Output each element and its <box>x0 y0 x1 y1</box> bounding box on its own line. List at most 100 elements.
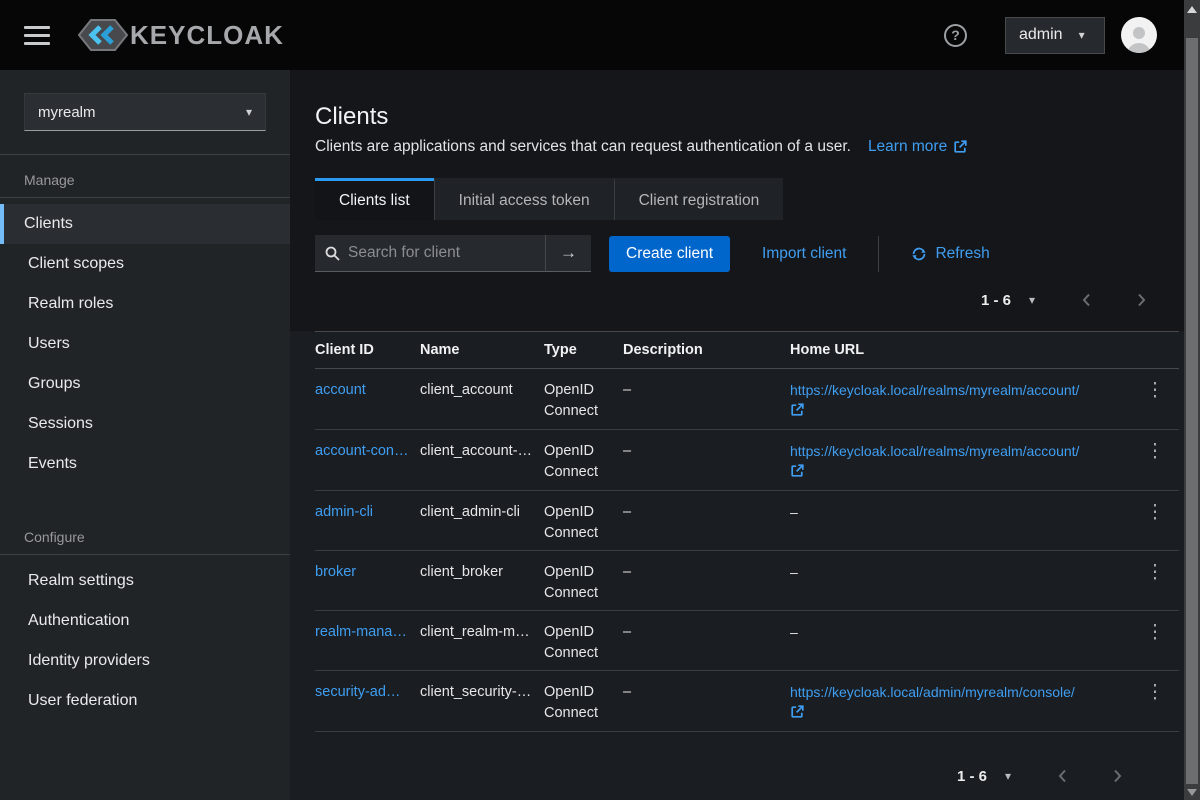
external-link-icon <box>790 464 804 478</box>
sidebar-item-identity-providers[interactable]: Identity providers <box>0 641 290 681</box>
client-type-cell: OpenID Connect <box>544 551 623 610</box>
page-title: Clients <box>315 103 1179 131</box>
sidebar-item-events[interactable]: Events <box>0 444 290 484</box>
window-scrollbar-thumb[interactable] <box>1186 38 1198 784</box>
nav-group-title: Manage <box>0 155 290 197</box>
kebab-menu-icon[interactable]: ⋮ <box>1138 619 1173 646</box>
keycloak-logo: KEYCLOAK <box>78 17 284 53</box>
sidebar-nav-group: Configure Realm settings Authentication … <box>0 512 290 721</box>
next-page-icon[interactable] <box>1113 768 1123 784</box>
client-id-link[interactable]: account <box>315 382 366 398</box>
row-actions-cell: ⋮ <box>1131 611 1179 646</box>
client-name-cell: client_account-… <box>420 430 544 468</box>
page-description: Clients are applications and services th… <box>315 138 851 156</box>
scroll-up-icon[interactable] <box>1187 6 1197 13</box>
refresh-button[interactable]: Refresh <box>911 245 989 263</box>
username: admin <box>1019 26 1063 44</box>
realm-selector[interactable]: myrealm ▾ <box>24 93 266 131</box>
client-id-link[interactable]: account-con… <box>315 443 409 459</box>
sidebar-item-clients[interactable]: Clients <box>0 204 290 244</box>
client-description-cell: – <box>623 671 790 709</box>
client-id-link[interactable]: realm-mana… <box>315 624 407 640</box>
client-name-cell: client_admin-cli <box>420 491 544 529</box>
import-client-link[interactable]: Import client <box>762 245 846 263</box>
home-url-link[interactable]: https://keycloak.local/admin/myrealm/con… <box>790 684 1121 725</box>
kebab-menu-icon[interactable]: ⋮ <box>1138 679 1173 706</box>
sidebar-item-authentication[interactable]: Authentication <box>0 601 290 641</box>
client-name-cell: client_realm-m… <box>420 611 544 649</box>
sidebar-item-client-scopes[interactable]: Client scopes <box>0 244 290 284</box>
home-url-cell: https://keycloak.local/realms/myrealm/ac… <box>790 430 1131 490</box>
client-type-cell: OpenID Connect <box>544 491 623 550</box>
client-name-cell: client_account <box>420 369 544 407</box>
tab-initial-access-token[interactable]: Initial access token <box>434 178 614 220</box>
kebab-menu-icon[interactable]: ⋮ <box>1138 438 1173 465</box>
sidebar-item-user-federation[interactable]: User federation <box>0 681 290 721</box>
client-id-link[interactable]: admin-cli <box>315 504 373 520</box>
client-name-cell: client_broker <box>420 551 544 589</box>
client-id-link[interactable]: broker <box>315 564 356 580</box>
client-type-cell: OpenID Connect <box>544 430 623 489</box>
client-description-cell: – <box>623 430 790 468</box>
window-scrollbar[interactable] <box>1184 0 1200 800</box>
external-link-icon <box>790 403 804 417</box>
kebab-menu-icon[interactable]: ⋮ <box>1138 377 1173 404</box>
home-url-cell: https://keycloak.local/admin/myrealm/con… <box>790 671 1131 731</box>
previous-page-icon[interactable] <box>1057 768 1067 784</box>
client-id-link[interactable]: security-ad… <box>315 684 400 700</box>
avatar[interactable] <box>1121 17 1157 53</box>
scroll-down-icon[interactable] <box>1187 789 1197 796</box>
row-actions-cell: ⋮ <box>1131 671 1179 706</box>
sidebar-item-sessions[interactable]: Sessions <box>0 404 290 444</box>
keycloak-hexagon-icon <box>78 17 128 53</box>
column-header-type: Type <box>544 332 623 368</box>
toolbar: → Create client Import client Refresh <box>315 235 1179 272</box>
client-type-cell: OpenID Connect <box>544 611 623 670</box>
next-page-icon[interactable] <box>1137 292 1147 308</box>
client-type-cell: OpenID Connect <box>544 671 623 730</box>
table-header-row: Client IDNameTypeDescriptionHome URL <box>315 332 1179 369</box>
search-input[interactable] <box>348 244 535 262</box>
kebab-menu-icon[interactable]: ⋮ <box>1138 499 1173 526</box>
kebab-menu-icon[interactable]: ⋮ <box>1138 559 1173 586</box>
sidebar-item-realm-settings[interactable]: Realm settings <box>0 561 290 601</box>
client-type-cell: OpenID Connect <box>544 369 623 428</box>
sidebar: myrealm ▾ Manage Clients Client scopes R… <box>0 70 290 800</box>
user-menu-dropdown[interactable]: admin ▾ <box>1005 17 1105 54</box>
row-actions-cell: ⋮ <box>1131 369 1179 404</box>
previous-page-icon[interactable] <box>1081 292 1091 308</box>
home-url-link[interactable]: https://keycloak.local/realms/myrealm/ac… <box>790 382 1121 423</box>
tab-clients-list[interactable]: Clients list <box>315 178 434 220</box>
pagination-top: 1 - 6 ▾ <box>315 280 1147 320</box>
tab-bar: Clients list Initial access token Client… <box>315 178 1179 220</box>
pagination-dropdown-icon[interactable]: ▾ <box>1029 293 1035 307</box>
column-header-home-url: Home URL <box>790 332 1131 368</box>
row-actions-cell: ⋮ <box>1131 551 1179 586</box>
chevron-down-icon: ▾ <box>246 106 252 118</box>
realm-name: myrealm <box>38 104 96 121</box>
nav-toggle-icon[interactable] <box>24 26 50 45</box>
client-description-cell: – <box>623 611 790 649</box>
nav-group-title: Configure <box>0 512 290 554</box>
sidebar-item-groups[interactable]: Groups <box>0 364 290 404</box>
row-actions-cell: ⋮ <box>1131 491 1179 526</box>
column-header-name: Name <box>420 332 544 368</box>
search-submit-button[interactable]: → <box>545 235 591 272</box>
client-id-cell: account <box>315 369 420 407</box>
create-client-button[interactable]: Create client <box>609 236 730 272</box>
row-actions-cell: ⋮ <box>1131 430 1179 465</box>
home-url-link[interactable]: https://keycloak.local/realms/myrealm/ac… <box>790 443 1121 484</box>
help-icon[interactable]: ? <box>944 24 967 47</box>
tab-client-registration[interactable]: Client registration <box>614 178 784 220</box>
column-header-client-id: Client ID <box>315 332 420 368</box>
sidebar-item-realm-roles[interactable]: Realm roles <box>0 284 290 324</box>
search-box <box>315 235 545 272</box>
learn-more-link[interactable]: Learn more <box>868 138 967 156</box>
table-row: security-ad… client_security-… OpenID Co… <box>315 671 1179 732</box>
client-name-cell: client_security-… <box>420 671 544 709</box>
sidebar-item-users[interactable]: Users <box>0 324 290 364</box>
clients-table-section: Client IDNameTypeDescriptionHome URL acc… <box>290 331 1187 800</box>
pagination-dropdown-icon[interactable]: ▾ <box>1005 769 1011 783</box>
client-id-cell: security-ad… <box>315 671 420 709</box>
client-id-cell: account-con… <box>315 430 420 468</box>
